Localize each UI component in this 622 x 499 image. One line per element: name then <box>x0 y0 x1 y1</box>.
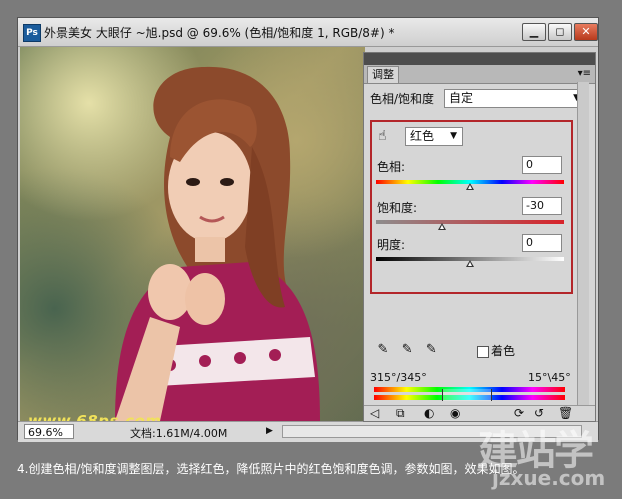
close-icon: ✕ <box>581 25 591 38</box>
lightness-input[interactable]: 0 <box>522 234 562 252</box>
saturation-input[interactable]: -30 <box>522 197 562 215</box>
colorize-checkbox[interactable] <box>477 345 489 358</box>
range-left-value: 315°/345° <box>370 371 427 384</box>
preset-value: 自定 <box>449 91 474 105</box>
document-canvas[interactable]: www.68ps.com <box>20 47 365 421</box>
preset-dropdown[interactable]: 自定 ▼ <box>444 89 586 108</box>
colorize-option[interactable]: 着色 <box>477 342 515 359</box>
eyedropper-plus-icon[interactable]: ✎ <box>397 342 417 357</box>
tutorial-caption: 4.创建色相/饱和度调整图层，选择红色，降低照片中的红色饱和度色调，参数如图，效… <box>17 462 525 476</box>
minimize-button[interactable]: ▁ <box>522 23 546 41</box>
eyedropper-tools: ✎ ✎ ✎ <box>373 342 441 357</box>
visibility-eye-icon[interactable]: ◉ <box>450 406 460 420</box>
chevron-down-icon: ▼ <box>450 131 457 141</box>
photoshop-document-window: Ps 外景美女 大眼仔 ~旭.psd @ 69.6% (色相/饱和度 1, RG… <box>17 17 599 442</box>
adjustment-type-label: 色相/饱和度 <box>370 92 435 106</box>
saturation-label: 饱和度: <box>377 201 418 215</box>
hue-range-slider[interactable] <box>442 389 492 401</box>
expand-view-icon[interactable]: ⧉ <box>396 406 405 421</box>
lightness-slider-knob[interactable] <box>466 260 474 267</box>
tab-adjustments[interactable]: 调整 <box>367 66 399 83</box>
eyedropper-minus-icon[interactable]: ✎ <box>421 342 441 357</box>
canvas-watermark: www.68ps.com <box>28 412 162 421</box>
restore-icon: ◻ <box>555 25 565 38</box>
status-menu-arrow-icon[interactable]: ▶ <box>266 425 276 438</box>
range-right-value: 15°\45° <box>528 371 571 384</box>
photoshop-app-icon: Ps <box>23 24 41 42</box>
saturation-slider[interactable] <box>376 220 564 224</box>
minimize-icon: ▁ <box>529 25 539 38</box>
hue-label: 色相: <box>377 160 406 174</box>
portrait-photo <box>115 66 320 421</box>
channel-dropdown[interactable]: 红色 ▼ <box>405 127 463 146</box>
targeted-adjustment-hand-icon[interactable]: ☝ <box>378 128 387 144</box>
close-button[interactable]: ✕ <box>574 23 598 41</box>
panel-tabbar: 调整 ▾≡ <box>364 65 595 84</box>
hue-input[interactable]: 0 <box>522 156 562 174</box>
panel-header-strip[interactable] <box>364 53 595 65</box>
channel-value: 红色 <box>410 129 435 143</box>
document-size-info[interactable]: 文档:1.61M/4.00M <box>130 425 227 441</box>
eyedropper-icon[interactable]: ✎ <box>373 342 393 357</box>
restore-button[interactable]: ◻ <box>548 23 572 41</box>
saturation-slider-knob[interactable] <box>438 223 446 230</box>
back-arrow-icon[interactable]: ◁ <box>370 406 379 420</box>
colorize-label: 着色 <box>491 344 516 358</box>
lightness-label: 明度: <box>377 238 406 252</box>
panel-vertical-scrollbar[interactable] <box>577 82 589 406</box>
panel-menu-icon[interactable]: ▾≡ <box>578 67 591 81</box>
hue-slider-knob[interactable] <box>466 183 474 190</box>
clip-layer-icon[interactable]: ◐ <box>424 406 434 420</box>
zoom-field[interactable]: 69.6% <box>24 424 74 439</box>
document-title: 外景美女 大眼仔 ~旭.psd @ 69.6% (色相/饱和度 1, RGB/8… <box>44 26 395 40</box>
adjustments-panel: 调整 ▾≡ 色相/饱和度 自定 ▼ ☝ 红色 ▼ 色相: 0 饱和度: -30 … <box>363 52 596 422</box>
site-watermark-small: jzxue.com <box>492 466 606 490</box>
highlighted-settings-box: ☝ 红色 ▼ 色相: 0 饱和度: -30 明度: 0 <box>370 120 573 294</box>
window-titlebar[interactable]: Ps 外景美女 大眼仔 ~旭.psd @ 69.6% (色相/饱和度 1, RG… <box>18 18 598 47</box>
